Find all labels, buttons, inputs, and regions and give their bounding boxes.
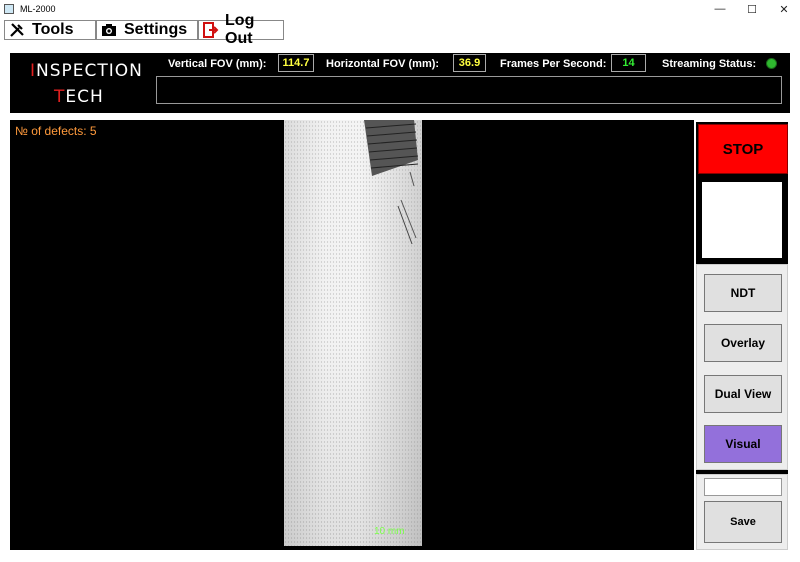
window-titlebar: ML-2000 — ☐ ✕ (0, 0, 800, 18)
app-icon (4, 4, 14, 14)
tools-label: Tools (32, 21, 74, 38)
dual-view-button[interactable]: Dual View (704, 375, 782, 413)
settings-label: Settings (124, 21, 188, 38)
defect-marks (364, 120, 419, 245)
vertical-fov-value: 114.7 (278, 54, 314, 72)
visual-button[interactable]: Visual (704, 425, 782, 463)
tools-icon (8, 21, 26, 39)
fps-label: Frames Per Second: (500, 58, 607, 70)
inspection-view: № of defects: 5 10 mm (10, 120, 694, 550)
save-button[interactable]: Save (704, 501, 782, 543)
fps-value: 14 (611, 54, 646, 72)
save-name-input[interactable] (704, 478, 782, 496)
streaming-status-indicator (766, 58, 777, 69)
view-mode-group: NDT Overlay Dual View Visual (696, 264, 788, 470)
close-button[interactable]: ✕ (768, 0, 800, 18)
window-title: ML-2000 (20, 4, 56, 14)
camera-icon (100, 21, 118, 39)
horizontal-fov-value: 36.9 (453, 54, 486, 72)
logout-icon (202, 21, 219, 39)
save-group: Save (696, 474, 788, 550)
stop-button[interactable]: STOP (698, 124, 788, 174)
scan-image: 10 mm (284, 120, 422, 546)
ndt-button[interactable]: NDT (704, 274, 782, 312)
logout-label: Log Out (225, 12, 255, 47)
message-box (156, 76, 782, 104)
scale-label: 10 mm (374, 526, 405, 537)
control-panel: STOP NDT Overlay Dual View Visual Save (696, 122, 788, 550)
vertical-fov-label: Vertical FOV (mm): (168, 58, 267, 70)
status-header: INSPECTION TECH Vertical FOV (mm): 114.7… (10, 53, 790, 113)
horizontal-fov-label: Horizontal FOV (mm): (326, 58, 440, 70)
menubar: Tools Settings Log Out (0, 12, 800, 47)
preview-pane (702, 182, 782, 258)
defect-count: № of defects: 5 (15, 124, 97, 138)
tools-menu[interactable]: Tools (4, 20, 96, 40)
logout-menu[interactable]: Log Out (198, 12, 284, 47)
streaming-status-label: Streaming Status: (662, 58, 757, 70)
inspection-tech-logo: INSPECTION TECH (30, 61, 143, 107)
settings-menu[interactable]: Settings (96, 20, 198, 40)
overlay-button[interactable]: Overlay (704, 324, 782, 362)
maximize-button[interactable]: ☐ (736, 0, 768, 18)
minimize-button[interactable]: — (704, 0, 736, 18)
